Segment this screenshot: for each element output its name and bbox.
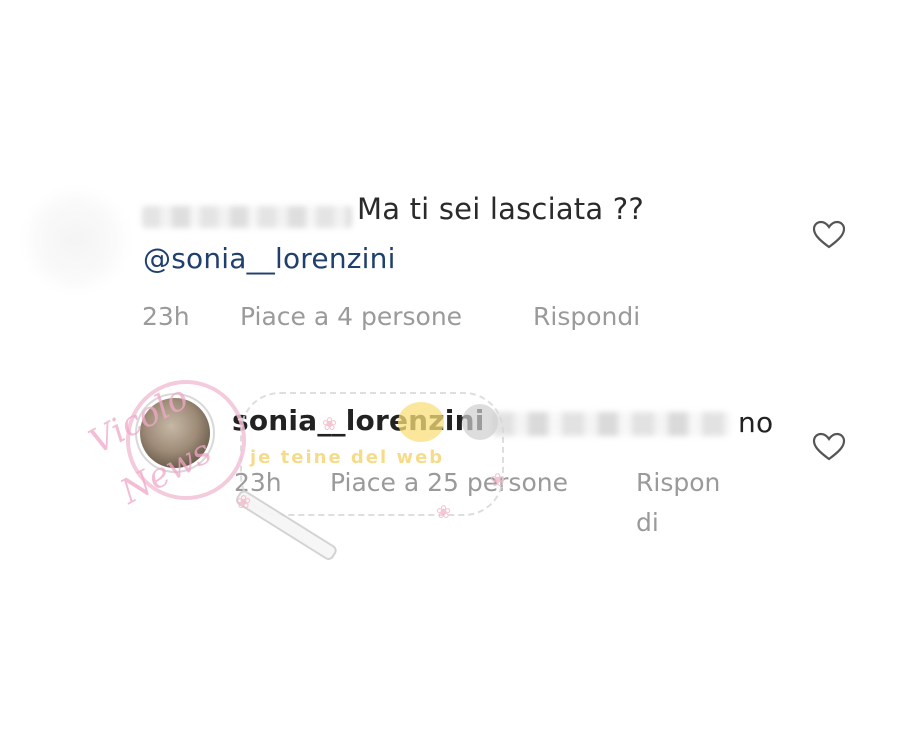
reply-button[interactable]: Rispon	[636, 468, 720, 497]
comment-1: Ma ti sei lasciata ?? @sonia__lorenzini …	[0, 180, 900, 350]
paw-icon: ❀	[322, 414, 338, 435]
heart-outline-icon[interactable]	[812, 432, 846, 462]
redacted-text	[492, 412, 730, 436]
comment-time: 23h	[142, 302, 190, 331]
paw-icon: ❀	[436, 502, 452, 523]
paw-icon: ❀	[490, 470, 506, 491]
reply-button[interactable]: Rispondi	[533, 302, 640, 331]
heart-outline-icon[interactable]	[812, 220, 846, 250]
mention-link[interactable]: @sonia__lorenzini	[143, 242, 396, 275]
watermark-banner: je teine del web	[250, 447, 445, 468]
watermark-cat-icon	[398, 402, 444, 442]
likes-count-link[interactable]: Piace a 4 persone	[240, 302, 462, 331]
comment-text: no	[738, 406, 774, 439]
comment-text: Ma ti sei lasciata ??	[357, 192, 644, 226]
reply-button-wrap[interactable]: di	[636, 508, 659, 537]
watermark-cat-icon	[462, 404, 498, 440]
redacted-username	[142, 206, 352, 228]
blurred-avatar[interactable]	[28, 192, 124, 288]
paw-icon: ❀	[236, 492, 252, 513]
